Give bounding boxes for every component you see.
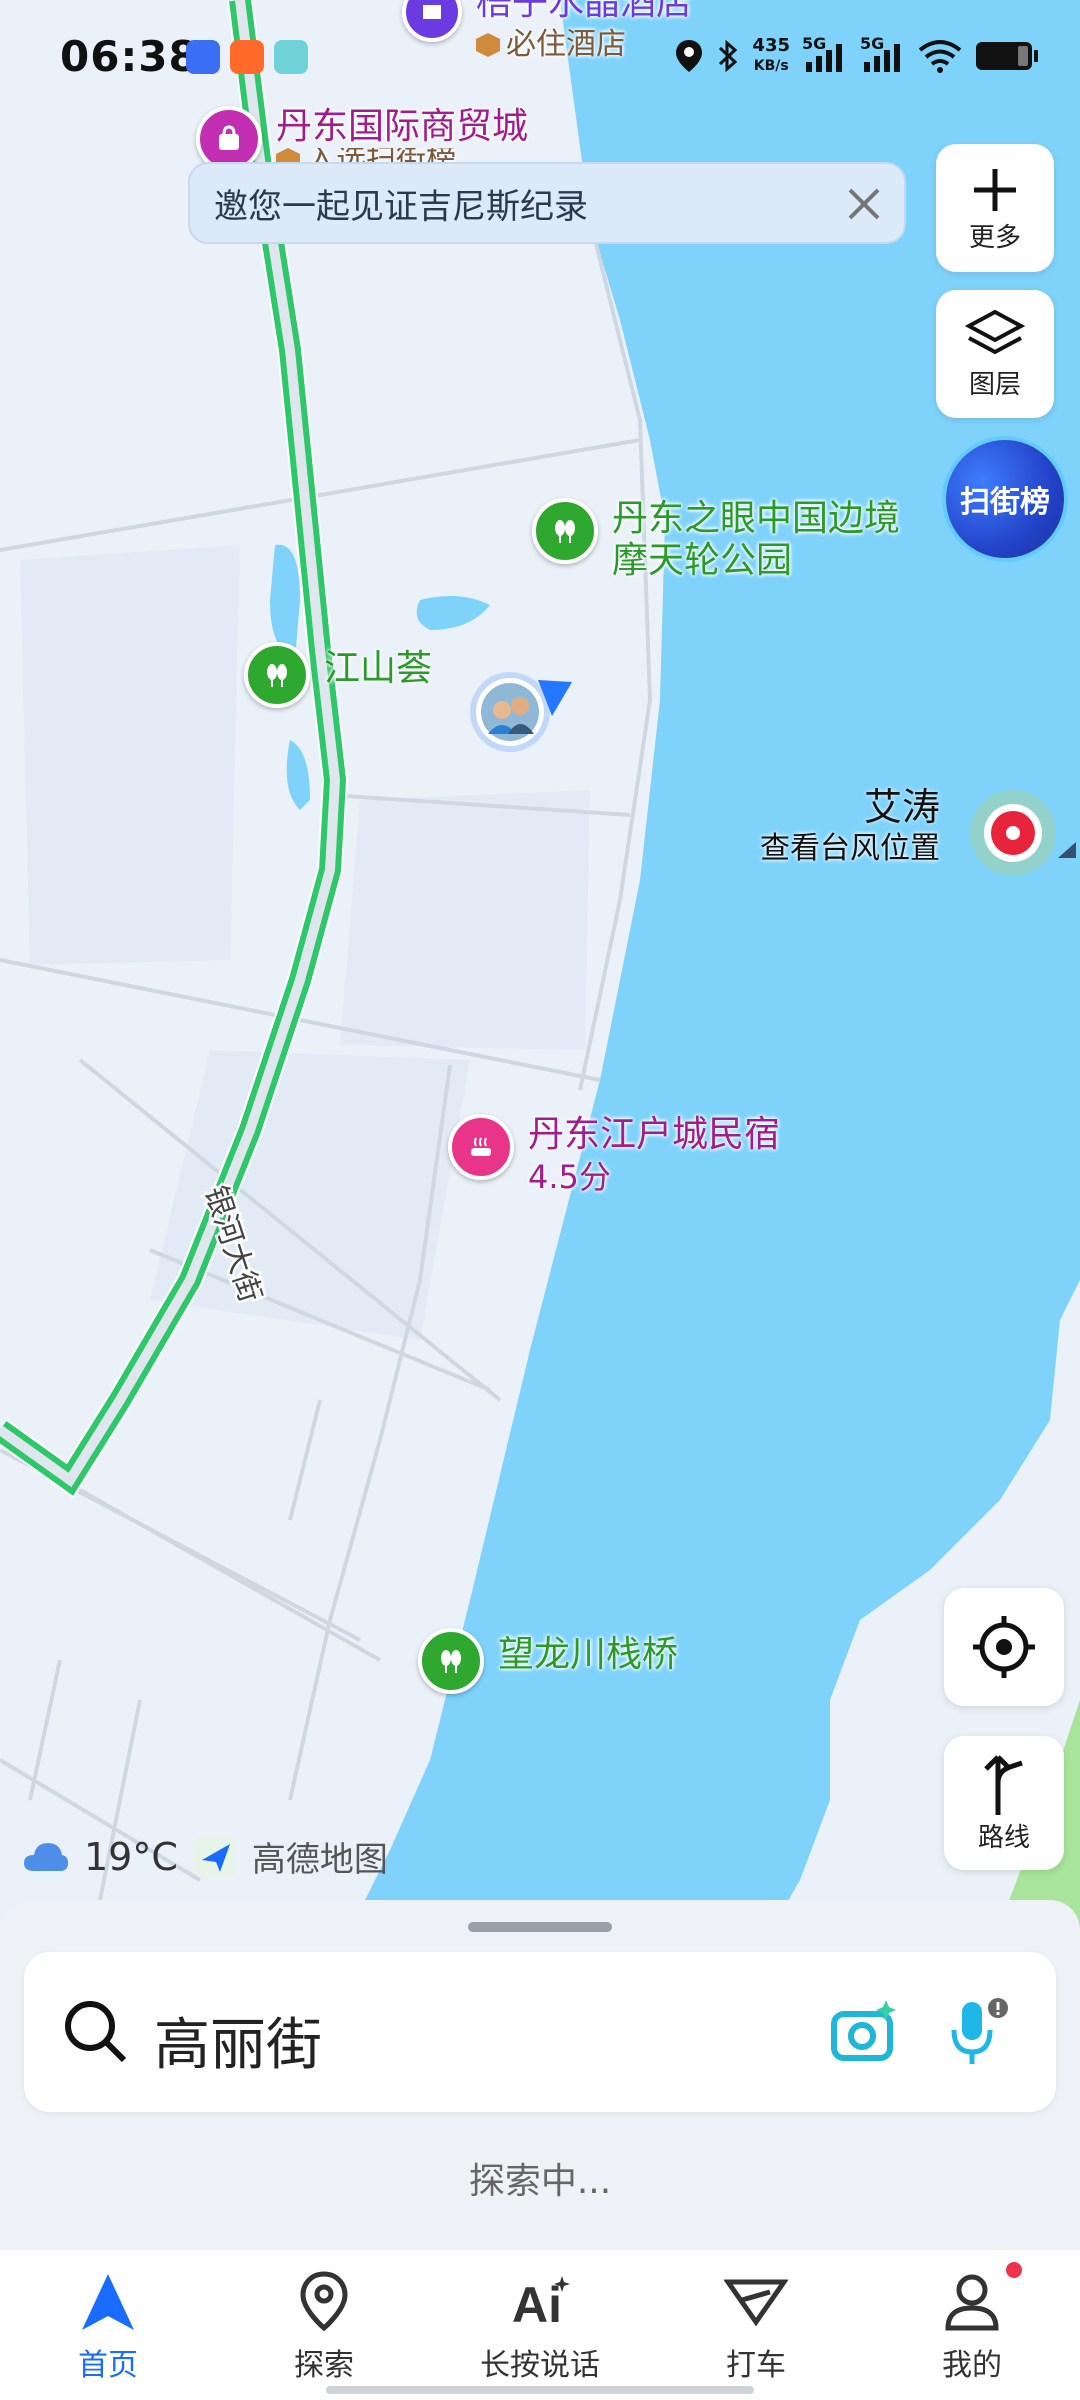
brand-name: 高德地图 — [251, 1840, 388, 1880]
search-query[interactable]: 高丽街 — [154, 2000, 322, 2081]
signal-strength-icon: 5G — [860, 34, 906, 74]
park-icon — [532, 498, 598, 564]
camera-icon[interactable] — [828, 1996, 900, 2068]
signal-label: 5G — [802, 34, 827, 53]
more-label: 更多 — [968, 222, 1021, 253]
route-arrow-icon — [984, 1754, 1023, 1815]
promo-banner[interactable]: 邀您一起见证吉尼斯纪录 — [188, 162, 906, 244]
navigation-arrow-icon — [82, 2274, 134, 2330]
nav-label: 首页 — [78, 2348, 138, 2383]
search-icon — [65, 2001, 127, 2063]
nav-label: 我的 — [942, 2348, 1002, 2383]
battery-icon — [976, 42, 1038, 70]
banner-text: 邀您一起见证吉尼斯纪录 — [214, 186, 588, 227]
poi-ferris-wheel-park[interactable]: 丹东之眼中国边境 摩天轮公园 — [532, 498, 900, 582]
route-button[interactable]: 路线 — [944, 1736, 1064, 1870]
location-pin-icon — [300, 2271, 348, 2332]
temperature: 19°C — [84, 1834, 178, 1879]
notification-icons — [186, 40, 308, 74]
signal-label: 5G — [860, 34, 885, 53]
nav-label: 长按说话 — [480, 2348, 600, 2383]
user-location-marker[interactable] — [468, 668, 578, 758]
net-speed-unit: KB/s — [753, 58, 789, 74]
scan-street-ranking-button[interactable]: 扫街榜 — [946, 440, 1064, 558]
poi-label-line1: 丹东之眼中国边境 — [612, 498, 901, 539]
nav-voice[interactable]: Ai 长按说话 — [432, 2250, 648, 2400]
app-notification-icon — [186, 40, 220, 74]
park-icon — [418, 1628, 484, 1694]
poi-sublabel: 必住酒店 — [506, 27, 626, 62]
route-label: 路线 — [977, 1822, 1030, 1853]
poi-label-line2: 摩天轮公园 — [612, 540, 793, 581]
typhoon-name: 艾涛 — [863, 785, 940, 829]
net-speed: 435 KB/s — [752, 36, 790, 76]
poi-label: 江山荟 — [324, 648, 433, 689]
taxi-icon — [724, 2279, 788, 2327]
locate-me-button[interactable] — [944, 1588, 1064, 1706]
crosshair-icon — [973, 1616, 1035, 1678]
poi-label: 望龙川栈桥 — [498, 1634, 679, 1675]
amap-logo-icon — [193, 1835, 236, 1878]
gesture-bar — [326, 2386, 754, 2394]
app-notification-icon — [274, 40, 308, 74]
nav-taxi[interactable]: 打车 — [648, 2250, 864, 2400]
nav-home[interactable]: 首页 — [0, 2250, 216, 2400]
typhoon-info[interactable]: 艾涛 查看台风位置 — [760, 785, 940, 869]
cloud-icon — [24, 1842, 68, 1871]
microphone-icon[interactable] — [948, 1994, 1012, 2070]
net-speed-value: 435 — [752, 35, 790, 56]
more-button[interactable]: 更多 — [936, 144, 1054, 272]
park-icon — [244, 642, 310, 708]
svg-text:Ai: Ai — [512, 2277, 562, 2333]
nav-profile[interactable]: 我的 — [864, 2250, 1080, 2400]
nav-label: 探索 — [294, 2348, 354, 2383]
poi-wanglong[interactable]: 望龙川栈桥 — [418, 1628, 678, 1694]
poi-minsu[interactable]: 丹东江户城民宿 4.5分 — [448, 1114, 780, 1198]
status-time: 06:38 — [60, 32, 199, 81]
poi-top-hotel[interactable]: 梧子水晶酒店 必住酒店 — [402, 0, 692, 66]
poi-label: 丹东国际商贸城 — [276, 106, 529, 147]
search-box[interactable]: 高丽街 — [24, 1952, 1056, 2112]
badge-icon — [476, 33, 500, 57]
layers-icon — [965, 309, 1025, 354]
typhoon-link[interactable]: 查看台风位置 — [760, 829, 940, 869]
bluetooth-icon — [719, 39, 738, 73]
signal-strength-icon: 5G — [802, 34, 848, 74]
ai-icon: Ai — [512, 2276, 570, 2333]
poi-label: 丹东江户城民宿 — [528, 1114, 781, 1155]
search-status: 探索中... — [468, 2161, 612, 2202]
drag-handle[interactable] — [468, 1922, 612, 1932]
layers-button[interactable]: 图层 — [936, 290, 1054, 418]
nav-label: 打车 — [726, 2348, 786, 2383]
scan-label: 扫街榜 — [960, 485, 1050, 520]
wifi-icon — [918, 40, 962, 73]
hotel-icon — [402, 0, 462, 42]
poi-label: 梧子水晶酒店 — [476, 0, 693, 23]
status-icons: 435 KB/s 5G 5G — [674, 34, 1040, 76]
plus-icon — [974, 168, 1016, 211]
weather-brand-bar: 19°C 高德地图 — [22, 1832, 388, 1881]
poi-rating: 4.5分 — [528, 1158, 611, 1196]
notification-dot — [1006, 2262, 1022, 2278]
layers-label: 图层 — [968, 369, 1021, 400]
hot-spring-icon — [448, 1114, 514, 1180]
typhoon-marker-icon[interactable] — [970, 790, 1056, 876]
bottom-nav: 首页 探索 Ai 长按说话 打车 我的 — [0, 2250, 1080, 2400]
close-icon[interactable] — [842, 182, 886, 226]
typhoon-direction-icon — [1058, 842, 1076, 858]
poi-jiangshan[interactable]: 江山荟 — [244, 642, 432, 708]
app-notification-icon — [230, 40, 264, 74]
nav-explore[interactable]: 探索 — [216, 2250, 432, 2400]
person-icon — [945, 2274, 999, 2331]
